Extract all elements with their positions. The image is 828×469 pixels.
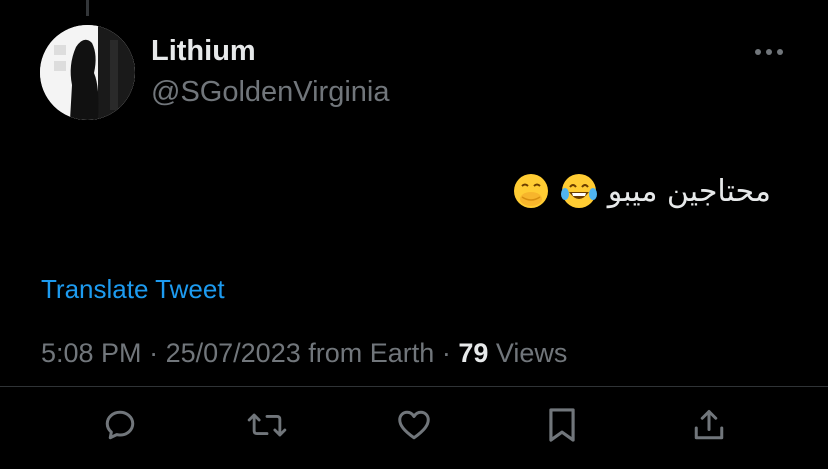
tweet-actions-bar: [0, 400, 828, 450]
thread-connector-line: [86, 0, 89, 16]
views-count[interactable]: 79: [458, 338, 488, 368]
tweet-source: from Earth: [308, 338, 435, 368]
share-button[interactable]: [684, 400, 734, 450]
retweet-icon: [247, 413, 287, 437]
translate-tweet-link[interactable]: Translate Tweet: [41, 274, 225, 305]
like-button[interactable]: [389, 400, 439, 450]
author-handle[interactable]: @SGoldenVirginia: [151, 76, 390, 109]
reply-icon: [105, 410, 135, 440]
author-name[interactable]: Lithium: [151, 35, 256, 68]
face-with-tears-of-joy-emoji: [560, 174, 597, 208]
meta-separator: ·: [441, 338, 451, 368]
views-label: Views: [495, 338, 568, 368]
avatar[interactable]: [40, 25, 135, 120]
tweet-metadata: 5:08 PM · 25/07/2023 from Earth · 79 Vie…: [41, 338, 567, 369]
heart-icon: [398, 410, 430, 440]
meta-separator: ·: [149, 338, 159, 368]
tweet-text: محتاجين ميبو: [512, 172, 771, 210]
more-options-button[interactable]: [750, 38, 788, 66]
share-icon: [694, 410, 724, 440]
bookmark-button[interactable]: [537, 400, 587, 450]
more-horizontal-icon: [755, 49, 783, 55]
bookmark-icon: [549, 408, 575, 442]
tweet-date[interactable]: 25/07/2023: [166, 338, 301, 368]
tweet-body-text: محتاجين ميبو: [607, 173, 771, 209]
tweet-time[interactable]: 5:08 PM: [41, 338, 142, 368]
retweet-button[interactable]: [242, 400, 292, 450]
divider: [0, 386, 828, 387]
reply-button[interactable]: [95, 400, 145, 450]
face-with-hand-over-mouth-emoji: [513, 174, 548, 208]
